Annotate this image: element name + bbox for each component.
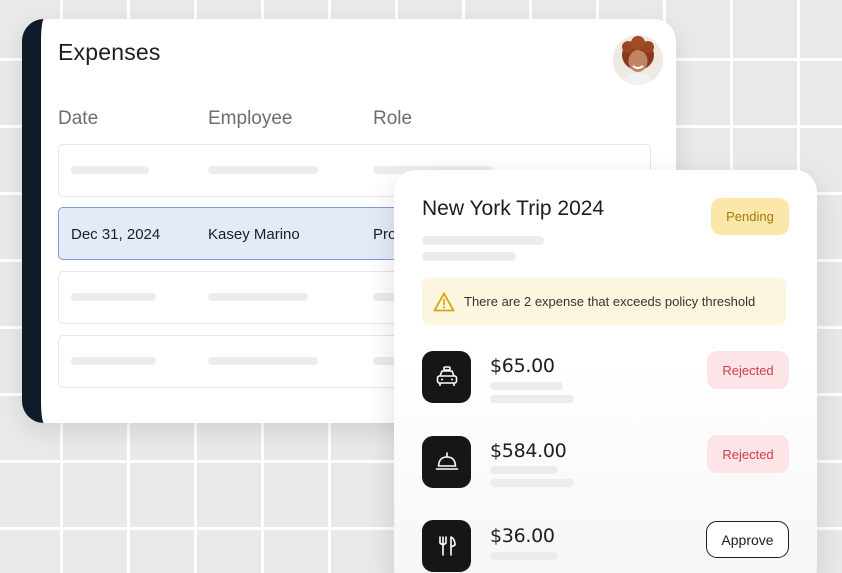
warning-icon — [433, 292, 455, 311]
placeholder-line — [490, 479, 574, 487]
cell-date: Dec 31, 2024 — [71, 226, 161, 243]
placeholder-line — [208, 293, 308, 301]
placeholder-line — [208, 357, 318, 365]
cell-employee: Kasey Marino — [208, 226, 300, 243]
service-bell-icon-tile — [422, 436, 471, 488]
placeholder-line — [422, 236, 544, 245]
policy-warning-banner: There are 2 expense that exceeds policy … — [422, 278, 786, 325]
placeholder-line — [71, 293, 156, 301]
status-badge-rejected: Rejected — [707, 435, 789, 473]
placeholder-line — [422, 252, 516, 261]
trip-title: New York Trip 2024 — [422, 197, 605, 220]
user-avatar[interactable] — [613, 35, 663, 85]
cell-role: Pro — [373, 226, 397, 243]
column-header-employee[interactable]: Employee — [208, 108, 293, 130]
column-header-role[interactable]: Role — [373, 108, 412, 130]
policy-warning-text: There are 2 expense that exceeds policy … — [464, 294, 756, 309]
placeholder-line — [208, 166, 318, 174]
trip-detail-panel: New York Trip 2024 Pending There are 2 e… — [394, 170, 817, 573]
placeholder-line — [490, 466, 558, 474]
status-badge-pending: Pending — [711, 198, 789, 235]
placeholder-line — [490, 382, 563, 390]
avatar-portrait — [613, 35, 663, 85]
fork-knife-icon-tile — [422, 520, 471, 572]
taxi-icon-tile — [422, 351, 471, 403]
expense-amount: $584.00 — [490, 440, 567, 462]
expenses-title: Expenses — [58, 39, 161, 65]
placeholder-line — [71, 166, 149, 174]
placeholder-line — [71, 357, 156, 365]
status-badge-rejected: Rejected — [707, 351, 789, 389]
approve-button[interactable]: Approve — [706, 521, 789, 558]
service-bell-icon — [435, 452, 458, 470]
expense-amount: $65.00 — [490, 355, 555, 377]
expense-amount: $36.00 — [490, 525, 555, 547]
taxi-icon — [436, 366, 457, 386]
placeholder-line — [490, 395, 574, 403]
placeholder-line — [490, 552, 558, 560]
column-header-date[interactable]: Date — [58, 108, 98, 130]
fork-knife-icon — [438, 536, 456, 556]
